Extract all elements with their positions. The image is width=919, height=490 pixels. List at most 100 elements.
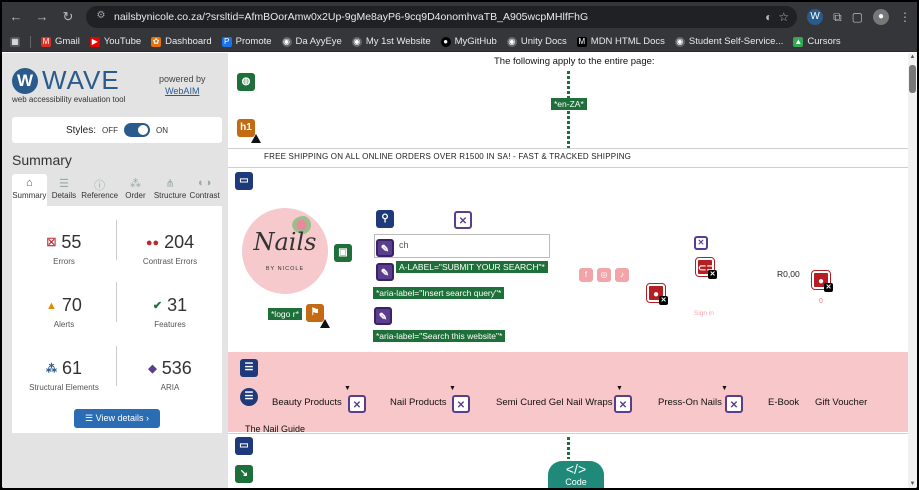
signin-link[interactable]: Sign in	[694, 310, 714, 317]
view-details-button[interactable]: ☰ View details ›	[74, 409, 160, 428]
powered-by-text: powered by	[159, 74, 206, 84]
extensions-icon[interactable]: ⧉	[833, 10, 842, 25]
bookmark-label: Cursors	[807, 36, 841, 47]
scroll-down-icon[interactable]: ▼	[909, 481, 916, 487]
aria-error-icon[interactable]: ✕	[454, 211, 472, 229]
bookmark-first-website[interactable]: ◉ My 1st Website	[351, 36, 431, 47]
bookmark-label: Student Self-Service...	[688, 36, 784, 47]
stat-errors[interactable]: ☒ 55 Errors	[14, 232, 114, 266]
profile-avatar[interactable]: ●	[873, 9, 889, 25]
page-scrollbar[interactable]: ▲ ▼	[908, 53, 917, 488]
bookmark-student-self-service[interactable]: ◉ Student Self-Service...	[674, 36, 784, 47]
tiktok-icon[interactable]: ♪	[615, 268, 629, 282]
nav-item-press-on-nails[interactable]: Press-On Nails	[658, 397, 722, 408]
aria-label-icon[interactable]: ✎	[374, 307, 392, 325]
site-logo[interactable]: Nails BY NICOLE	[242, 208, 328, 294]
code-toggle-button[interactable]: </> Code	[548, 461, 604, 488]
back-icon[interactable]: ←	[8, 9, 24, 25]
main-landmark-icon[interactable]: ▭	[235, 437, 253, 455]
contrast-count: 204	[164, 232, 195, 252]
search-landmark-icon[interactable]: ⚲	[376, 210, 394, 228]
contrast-error-icon: ●●	[145, 236, 160, 249]
aria-search-site-label[interactable]: *aria-label="Search this website"*	[373, 330, 506, 342]
link-error-icon[interactable]: ⊂⊃ ✕	[695, 257, 717, 279]
styles-toggle[interactable]	[124, 123, 150, 137]
tab-structure[interactable]: ⋔ Structure	[153, 174, 188, 206]
nav-item-ebook[interactable]: E-Book	[768, 397, 799, 408]
scrollbar-thumb[interactable]	[909, 65, 916, 93]
warning-icon	[320, 319, 330, 328]
stat-alerts[interactable]: ▲ 70 Alerts	[14, 295, 114, 329]
aria-error-icon[interactable]: ✕	[452, 395, 470, 413]
bookmark-mygithub[interactable]: ● MyGitHub	[440, 36, 497, 47]
stat-features[interactable]: ✔ 31 Features	[120, 295, 220, 329]
cart-total[interactable]: R0,00	[777, 269, 800, 279]
aria-label-icon[interactable]: ✎	[376, 239, 394, 257]
nav-item-gift-voucher[interactable]: Gift Voucher	[815, 397, 867, 408]
bookmark-label: Da AyyEye	[295, 36, 342, 47]
link-alert-icon[interactable]: ⚑	[306, 304, 330, 328]
empty-link-error-icon[interactable]: ● ✕	[646, 283, 668, 305]
aria-error-icon[interactable]: ✕	[725, 395, 743, 413]
bookmark-cursors[interactable]: ▲ Cursors	[793, 36, 841, 47]
bookmark-youtube[interactable]: ▶ YouTube	[89, 36, 141, 47]
translate-icon[interactable]: ◐	[765, 10, 772, 24]
stat-structural[interactable]: ⁂ 61 Structural Elements	[14, 358, 114, 392]
site-info-icon[interactable]: ⚙	[94, 10, 108, 24]
instagram-icon[interactable]: ◎	[597, 268, 611, 282]
nav-item-nail-products[interactable]: Nail Products	[390, 397, 447, 408]
language-feature-icon[interactable]: ◍	[237, 73, 255, 91]
tab-label: Reference	[81, 191, 119, 200]
list-icon: ☰	[58, 178, 69, 190]
divider	[116, 220, 117, 260]
menu-icon[interactable]: ⋮	[899, 10, 911, 24]
aria-error-icon[interactable]: ✕	[694, 236, 708, 250]
skip-link-feature-icon[interactable]: ↘	[235, 465, 253, 483]
webaim-link[interactable]: WebAIM	[159, 85, 206, 97]
sidebar-icon[interactable]: ▢	[852, 10, 863, 24]
list-structure-icon[interactable]: ☰	[240, 359, 258, 377]
nav-item-beauty-products[interactable]: Beauty Products	[272, 397, 342, 408]
bookmark-unity-docs[interactable]: ◉ Unity Docs	[506, 36, 567, 47]
header-landmark-icon[interactable]: ▭	[235, 172, 253, 190]
tab-order[interactable]: ⁂ Order	[118, 174, 153, 206]
wave-extension-icon[interactable]: W	[807, 9, 824, 25]
mdn-icon: M	[576, 36, 587, 47]
tab-contrast[interactable]: ◐◑ Contrast	[187, 174, 222, 206]
forward-icon[interactable]: →	[34, 9, 50, 25]
aria-error-icon[interactable]: ✕	[614, 395, 632, 413]
stat-aria[interactable]: ◆ 536 ARIA	[120, 358, 220, 392]
heading-alert-icon[interactable]: h1	[237, 119, 261, 143]
bookmark-mdn[interactable]: M MDN HTML Docs	[576, 36, 665, 47]
nav-item-gel-nail-wraps[interactable]: Semi Cured Gel Nail Wraps	[496, 397, 613, 408]
contrast-label: Contrast Errors	[142, 257, 198, 266]
scroll-up-icon[interactable]: ▲	[909, 54, 916, 60]
facebook-icon[interactable]: f	[579, 268, 593, 282]
bookmark-dashboard[interactable]: ✿ Dashboard	[151, 36, 212, 47]
bookmark-da-ayyeye[interactable]: ◉ Da AyyEye	[281, 36, 342, 47]
language-label[interactable]: *en-ZA*	[551, 98, 587, 110]
tab-reference[interactable]: ⓘ Reference	[81, 174, 118, 206]
tab-summary[interactable]: ⌂ Summary	[12, 174, 47, 206]
search-input[interactable]: ch	[374, 234, 550, 258]
tab-details[interactable]: ☰ Details	[47, 174, 82, 206]
aria-submit-label[interactable]: A-LABEL="SUBMIT YOUR SEARCH"*	[396, 261, 548, 273]
aria-insert-label[interactable]: *aria-label="Insert search query"*	[373, 287, 505, 299]
bookmark-promote[interactable]: P Promote	[221, 36, 272, 47]
aria-error-icon[interactable]: ✕	[348, 395, 366, 413]
reload-icon[interactable]: ↻	[60, 9, 76, 25]
wave-sidebar: W WAVE web accessibility evaluation tool…	[2, 53, 228, 488]
order-line	[567, 437, 570, 459]
image-alt-feature-icon[interactable]: ▣	[334, 244, 352, 262]
bookmark-gmail[interactable]: M Gmail	[41, 36, 80, 47]
bookmark-label: Promote	[235, 36, 272, 47]
logo-alt-label[interactable]: *logo r*	[268, 308, 302, 320]
empty-button-error-icon[interactable]: ● ✕	[811, 270, 833, 292]
divider	[228, 148, 908, 149]
apps-grid-icon[interactable]: ▦	[10, 36, 20, 47]
address-bar[interactable]: ⚙ nailsbynicole.co.za/?srsltid=AfmBOorAm…	[86, 6, 798, 28]
bookmark-star-icon[interactable]: ☆	[778, 10, 789, 24]
aria-label-icon[interactable]: ✎	[376, 263, 394, 281]
navigation-landmark-icon[interactable]: ☰	[240, 388, 258, 406]
stat-contrast[interactable]: ●● 204 Contrast Errors	[120, 232, 220, 266]
